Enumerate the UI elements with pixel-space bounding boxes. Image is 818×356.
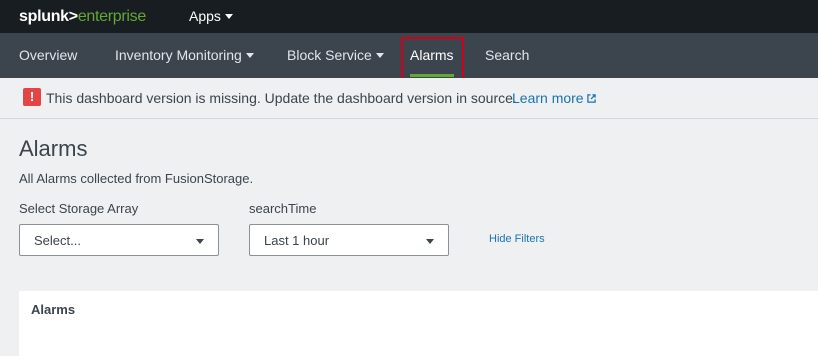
storage-array-dropdown[interactable]: Select... xyxy=(19,224,219,256)
alarms-panel: Alarms xyxy=(19,291,818,356)
nav-item-alarms[interactable]: Alarms xyxy=(410,33,454,78)
nav-item-label: Alarms xyxy=(410,47,454,63)
caret-down-icon xyxy=(426,239,434,244)
top-bar: splunk>enterprise Apps xyxy=(0,0,818,33)
dashboard-warning-bar: ! This dashboard version is missing. Upd… xyxy=(0,78,818,119)
hide-filters-link[interactable]: Hide Filters xyxy=(489,232,545,246)
panel-title: Alarms xyxy=(31,302,76,317)
warning-message: This dashboard version is missing. Updat… xyxy=(46,90,517,106)
nav-item-search[interactable]: Search xyxy=(485,33,529,78)
caret-down-icon xyxy=(245,53,254,58)
nav-item-label: Overview xyxy=(19,47,78,63)
app-nav: Overview Inventory Monitoring Block Serv… xyxy=(0,33,818,78)
splunk-logo[interactable]: splunk>enterprise xyxy=(19,7,146,27)
search-time-label: searchTime xyxy=(249,201,317,216)
search-time-value: Last 1 hour xyxy=(264,233,330,248)
apps-menu-label: Apps xyxy=(189,8,221,24)
logo-primary: splunk> xyxy=(19,8,78,25)
caret-down-icon xyxy=(196,239,204,244)
nav-item-overview[interactable]: Overview xyxy=(19,33,77,78)
nav-item-inventory-monitoring[interactable]: Inventory Monitoring xyxy=(115,33,254,78)
logo-secondary: enterprise xyxy=(77,8,146,25)
storage-array-label: Select Storage Array xyxy=(19,201,139,216)
nav-item-label: Inventory Monitoring xyxy=(115,47,242,63)
nav-item-label: Block Service xyxy=(287,47,372,63)
external-link-icon xyxy=(586,94,596,103)
caret-down-icon xyxy=(375,53,384,58)
nav-item-block-service[interactable]: Block Service xyxy=(287,33,384,78)
dashboard-title: Alarms xyxy=(19,136,88,161)
caret-down-icon xyxy=(224,14,233,19)
nav-item-label: Search xyxy=(485,47,530,63)
dashboard-description: All Alarms collected from FusionStorage. xyxy=(19,171,254,186)
error-icon: ! xyxy=(23,88,41,106)
learn-more-label: Learn more xyxy=(512,90,584,106)
storage-array-value: Select... xyxy=(34,233,81,248)
apps-menu[interactable]: Apps xyxy=(189,8,233,25)
search-time-dropdown[interactable]: Last 1 hour xyxy=(249,224,449,256)
active-nav-underline xyxy=(410,74,454,77)
learn-more-link[interactable]: Learn more xyxy=(512,90,596,107)
